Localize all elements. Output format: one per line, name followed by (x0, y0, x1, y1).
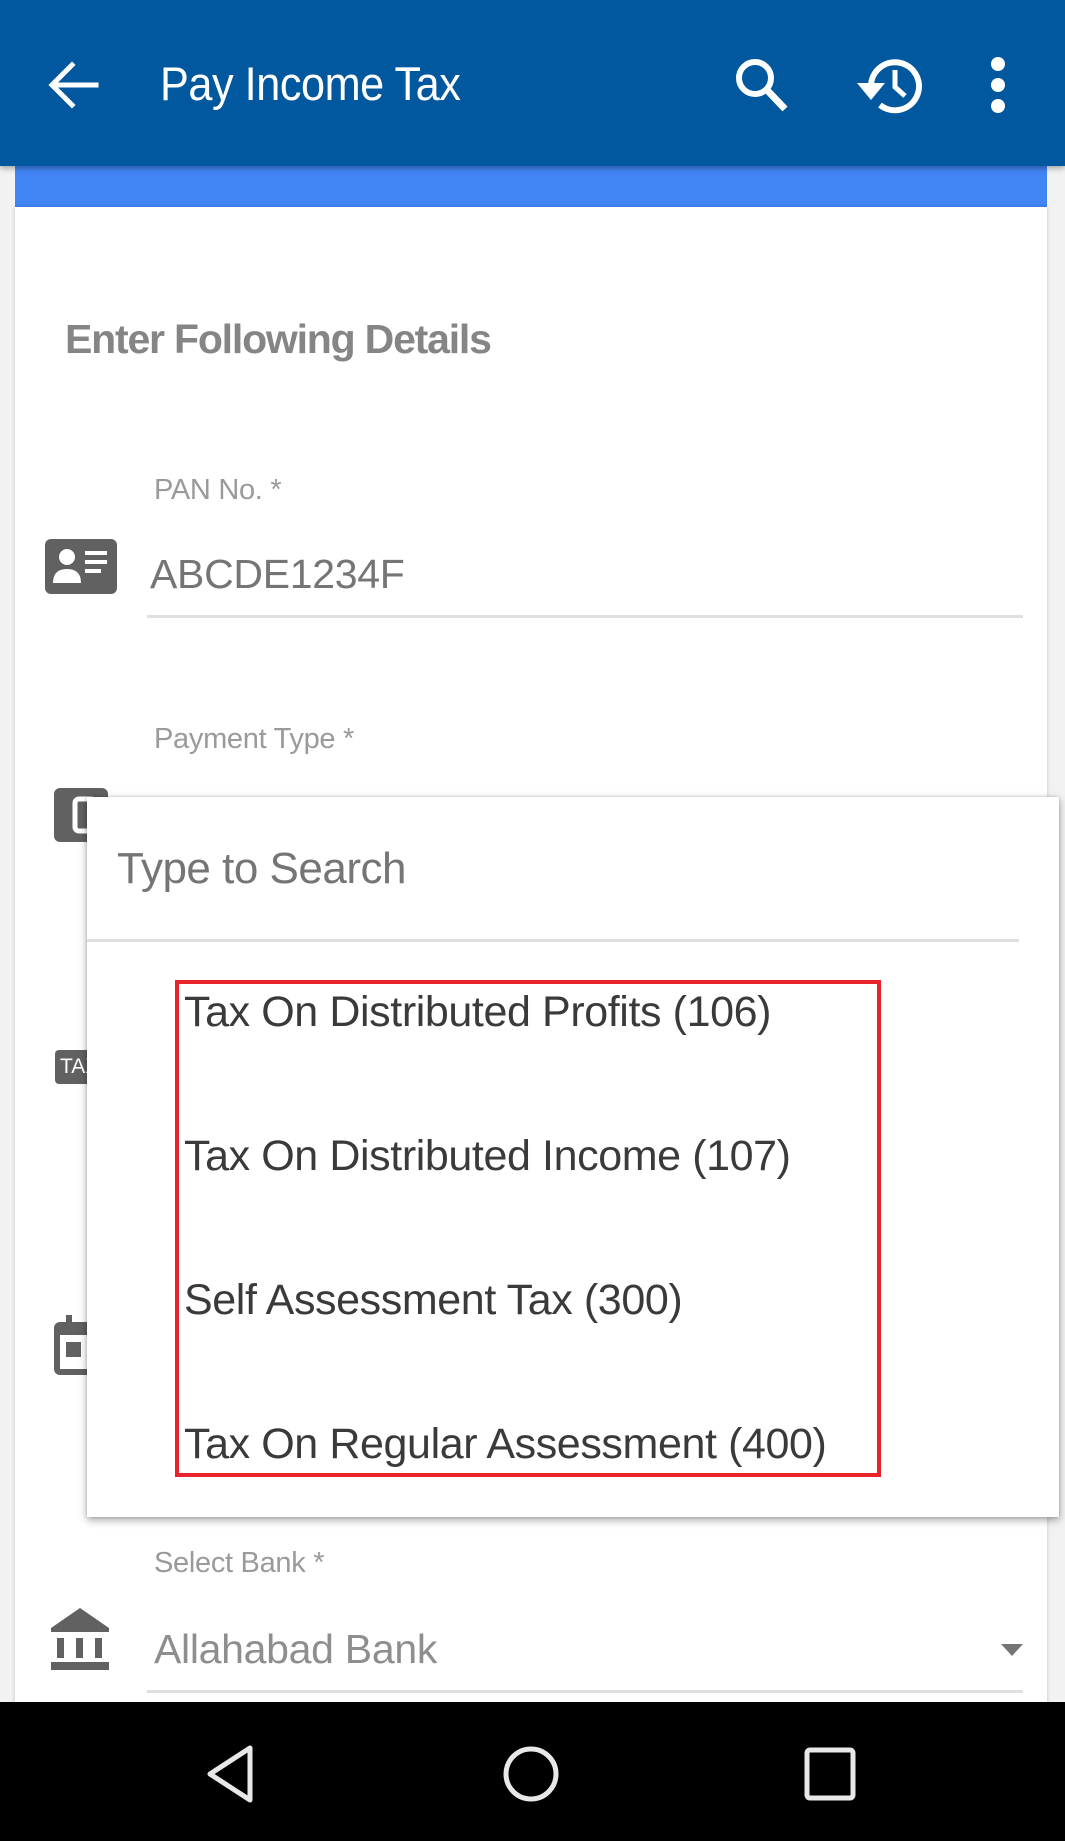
nav-home-button[interactable] (496, 1738, 566, 1808)
dropdown-option[interactable]: Self Assessment Tax (300) (184, 1272, 683, 1328)
app-bar: Pay Income Tax (0, 0, 1065, 166)
payment-type-label: Payment Type * (154, 723, 354, 755)
pan-input[interactable] (150, 548, 1010, 600)
nav-back-icon (207, 1745, 253, 1803)
more-options-button[interactable] (963, 50, 1033, 120)
history-button[interactable] (849, 50, 922, 120)
accent-strip (15, 166, 1047, 207)
pan-label: PAN No. * (154, 474, 282, 506)
nav-home-icon (503, 1746, 559, 1802)
nav-recents-button[interactable] (795, 1738, 865, 1808)
nav-back-button[interactable] (196, 1738, 266, 1808)
more-vert-icon (991, 57, 1005, 113)
dropdown-option[interactable]: Tax On Distributed Income (107) (184, 1128, 791, 1184)
pan-underline (147, 615, 1023, 618)
search-divider (87, 939, 1019, 942)
arrow-back-icon (48, 61, 99, 109)
chevron-down-icon[interactable] (1001, 1644, 1023, 1656)
payment-type-dropdown: Tax On Distributed Profits (106) Tax On … (87, 797, 1059, 1517)
bank-label: Select Bank * (154, 1547, 325, 1579)
system-nav-bar (0, 1702, 1065, 1841)
dropdown-search-input[interactable] (117, 841, 997, 897)
dropdown-option[interactable]: Tax On Distributed Profits (106) (184, 984, 771, 1040)
id-card-icon (45, 539, 117, 594)
page-title: Pay Income Tax (160, 57, 461, 110)
nav-recents-icon (804, 1747, 856, 1801)
back-button[interactable] (40, 50, 110, 120)
pan-icon-wrap (45, 539, 117, 599)
dropdown-option[interactable]: Tax On Regular Assessment (400) (184, 1416, 827, 1472)
bank-select-value[interactable]: Allahabad Bank (154, 1626, 437, 1673)
form-heading: Enter Following Details (65, 316, 492, 362)
bank-icon (51, 1608, 109, 1670)
search-button[interactable] (727, 50, 797, 120)
history-icon (857, 59, 922, 114)
search-icon (736, 59, 788, 112)
bank-icon-wrap (51, 1608, 109, 1675)
highlight-box (175, 980, 881, 1477)
bank-underline (147, 1690, 1023, 1693)
